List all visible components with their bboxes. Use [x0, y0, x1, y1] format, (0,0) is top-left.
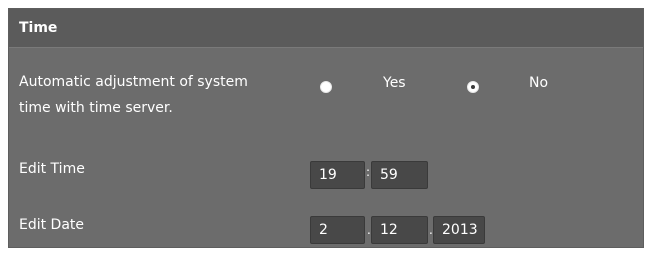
radio-yes[interactable]	[320, 81, 332, 93]
section-title: Time	[19, 20, 58, 36]
day-input[interactable]: 2	[310, 216, 365, 244]
hour-input[interactable]: 19	[310, 161, 365, 189]
edit-time-label: Edit Time	[19, 161, 85, 177]
edit-date-label: Edit Date	[19, 217, 85, 233]
section-header: Time	[9, 9, 643, 48]
radio-yes-label: Yes	[383, 75, 406, 91]
auto-adjust-label-line1: Automatic adjustment of system	[19, 74, 248, 90]
radio-no[interactable]	[467, 81, 479, 93]
year-input[interactable]: 2013	[433, 216, 485, 244]
time-settings-panel: Time Automatic adjustment of system time…	[8, 8, 644, 248]
radio-no-label: No	[529, 75, 549, 91]
auto-adjust-label-line2: time with time server.	[19, 100, 173, 116]
minute-input[interactable]: 59	[371, 161, 428, 189]
time-separator: :	[366, 165, 371, 179]
month-input[interactable]: 12	[371, 216, 428, 244]
